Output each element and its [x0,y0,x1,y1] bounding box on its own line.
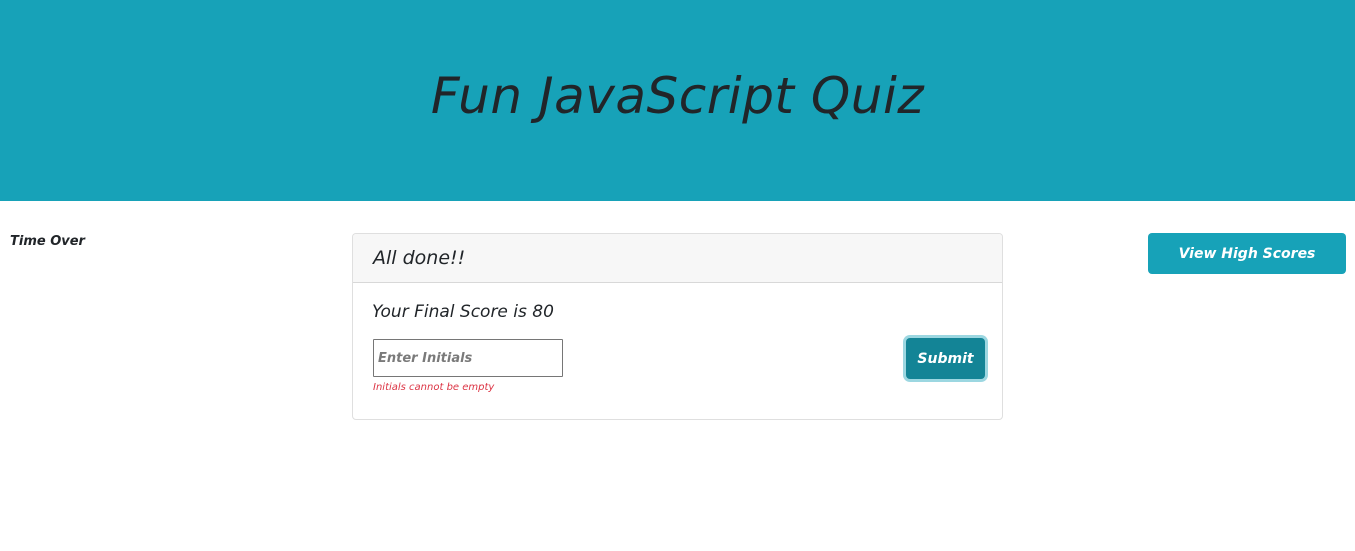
result-card-header: All done!! [353,234,1002,283]
result-card: All done!! Your Final Score is 80 Initia… [352,233,1003,420]
page-title: Fun JavaScript Quiz [430,66,925,125]
timer-status: Time Over [10,234,85,249]
initials-error-message: Initials cannot be empty [373,382,495,393]
view-high-scores-button[interactable]: View High Scores [1148,233,1346,274]
result-card-body: Your Final Score is 80 Initials cannot b… [353,283,1002,419]
page-header: Fun JavaScript Quiz [0,0,1355,201]
final-score-text: Your Final Score is 80 [372,302,554,322]
initials-input[interactable] [373,339,563,377]
submit-button[interactable]: Submit [906,338,985,379]
result-heading: All done!! [373,247,466,269]
